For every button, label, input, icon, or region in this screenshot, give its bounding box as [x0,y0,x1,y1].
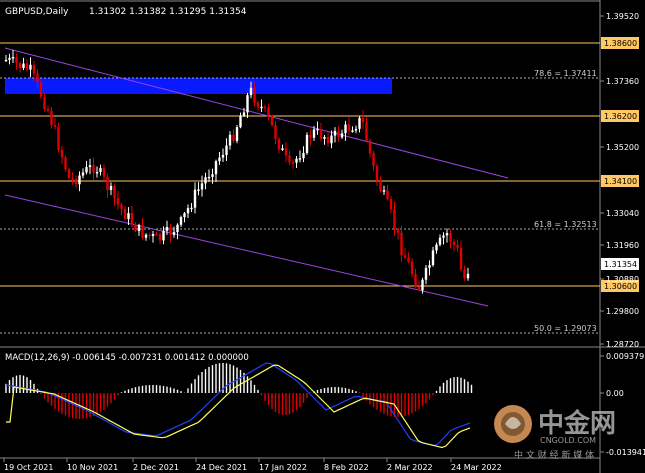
time-axis-label: 2 Dec 2021 [133,463,179,472]
ohlc-values: 1.31302 1.31382 1.31295 1.31354 [89,7,247,17]
price-tick-label: 1.35200 [606,143,639,152]
price-tick-label: 1.39520 [606,12,639,21]
price-tick-label: 1.37360 [606,77,639,86]
candle[interactable] [270,114,274,127]
fib-level-label: 50.0 = 1.29073 [534,324,597,333]
price-tick-label: 1.33040 [606,209,639,218]
candle[interactable] [305,132,309,155]
price-tick-label: 1.28720 [606,340,639,349]
key-level-label: 1.36200 [604,112,637,121]
watermark-site: CNGOLD.COM [540,436,596,445]
price-tick-label: 1.31960 [606,241,639,250]
candle[interactable] [235,124,239,144]
price-tick-label: 1.30880 [606,275,639,284]
candle[interactable] [67,167,71,180]
macd-axis-zero: 0.00 [606,389,624,398]
time-axis-label: 8 Feb 2022 [324,463,369,472]
macd-label: MACD(12,26,9) -0.006145 -0.007231 0.0014… [5,353,249,363]
time-axis-label: 24 Mar 2022 [451,463,502,472]
watermark-slogan: 中 文 财 经 新 媒 体 [514,449,594,461]
macd-axis-max: 0.009379 [606,352,644,361]
time-axis-label: 17 Jan 2022 [259,463,307,472]
resistance-zone[interactable] [5,78,392,94]
watermark-brand: 中金网 [538,408,616,439]
time-axis-label: 24 Dec 2021 [196,463,247,472]
key-level-label: 1.38600 [604,39,637,48]
price-chart[interactable]: 1.386001.362001.341001.306001.31354 78.6… [0,0,645,473]
current-price-label: 1.31354 [604,260,637,269]
fib-level-label: 78.6 = 1.37411 [534,69,597,78]
time-axis-label: 10 Nov 2021 [67,463,118,472]
fib-level-label: 61.8 = 1.32513 [534,220,597,229]
candle[interactable] [57,122,60,153]
chart-header: GBPUSD,Daily 1.31302 1.31382 1.31295 1.3… [5,7,247,17]
symbol-label: GBPUSD,Daily [5,7,69,17]
time-axis-label: 19 Oct 2021 [4,463,53,472]
time-axis-label: 2 Mar 2022 [387,463,433,472]
key-level-label: 1.34100 [604,177,637,186]
macd-axis-min: -0.013941 [606,448,645,457]
price-tick-label: 1.29800 [606,307,639,316]
